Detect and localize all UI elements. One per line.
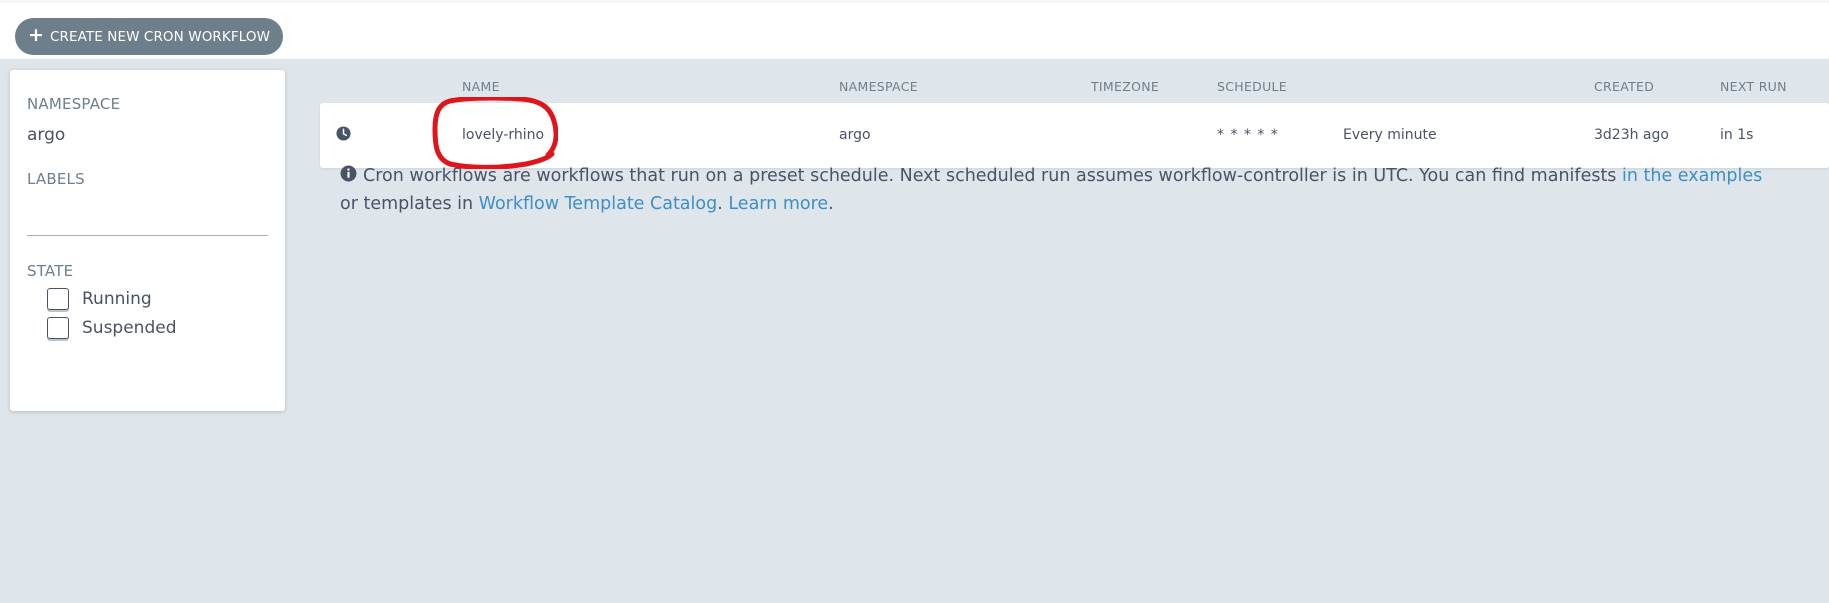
running-checkbox[interactable]: [47, 288, 69, 310]
create-new-cron-workflow-button[interactable]: + CREATE NEW CRON WORKFLOW: [15, 18, 283, 55]
header-next-run: NEXT RUN: [1720, 79, 1787, 94]
suspended-checkbox[interactable]: [47, 317, 69, 339]
workflow-template-catalog-link[interactable]: Workflow Template Catalog: [479, 194, 718, 214]
row-created: 3d23h ago: [1594, 127, 1669, 143]
filter-panel: NAMESPACE argo LABELS STATE Running Susp…: [10, 70, 285, 411]
labels-filter-input[interactable]: [27, 200, 268, 234]
top-toolbar: + CREATE NEW CRON WORKFLOW: [0, 0, 1829, 59]
suspended-label: Suspended: [82, 318, 177, 338]
info-text-1: Cron workflows are workflows that run on…: [363, 166, 1622, 186]
examples-link[interactable]: in the examples: [1622, 166, 1762, 186]
namespace-filter-input[interactable]: argo: [27, 125, 65, 145]
row-next-run: in 1s: [1720, 127, 1754, 143]
namespace-filter-label: NAMESPACE: [27, 95, 121, 113]
header-timezone: TIMEZONE: [1091, 79, 1160, 94]
main-content: NAMESPACE argo LABELS STATE Running Susp…: [0, 59, 1829, 603]
row-schedule: * * * * *: [1217, 127, 1279, 143]
plus-icon: +: [27, 24, 44, 46]
info-message: Cron workflows are workflows that run on…: [340, 162, 1785, 218]
create-button-label: CREATE NEW CRON WORKFLOW: [49, 28, 271, 45]
state-option-running[interactable]: Running: [47, 288, 152, 310]
row-name[interactable]: lovely-rhino: [462, 127, 544, 143]
learn-more-link[interactable]: Learn more: [728, 194, 828, 214]
labels-input-underline: [27, 235, 268, 236]
header-schedule: SCHEDULE: [1217, 79, 1287, 94]
info-text-3: .: [717, 194, 729, 214]
header-created: CREATED: [1594, 79, 1655, 94]
labels-filter-label: LABELS: [27, 170, 85, 188]
info-icon: [340, 165, 357, 182]
clock-icon: [336, 126, 351, 141]
header-name: NAME: [462, 79, 500, 94]
header-namespace: NAMESPACE: [839, 79, 918, 94]
table-row[interactable]: lovely-rhino argo * * * * * Every minute…: [320, 103, 1829, 168]
running-label: Running: [82, 289, 152, 309]
info-text-2: or templates in: [340, 194, 479, 214]
state-filter-label: STATE: [27, 262, 74, 280]
info-text-4: .: [828, 194, 834, 214]
state-option-suspended[interactable]: Suspended: [47, 317, 177, 339]
row-namespace: argo: [839, 127, 871, 143]
row-schedule-description: Every minute: [1343, 127, 1437, 143]
